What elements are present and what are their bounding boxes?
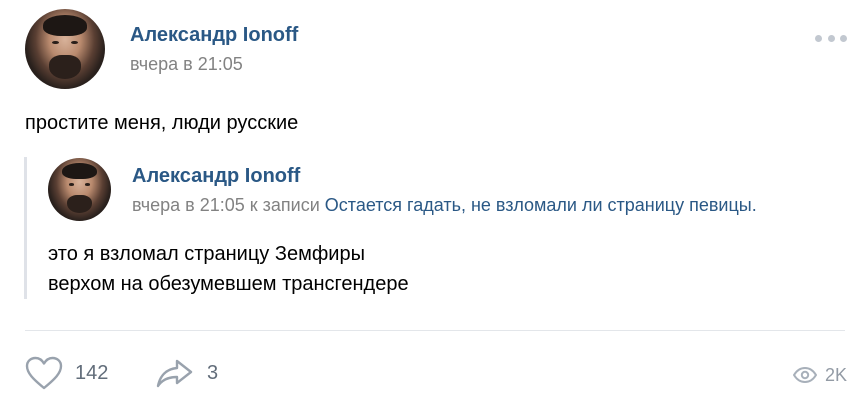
repost-source-link[interactable]: Остается гадать, не взломали ли страницу… <box>325 195 757 215</box>
post-time[interactable]: вчера в 21:05 <box>130 54 243 75</box>
like-count: 142 <box>75 361 109 384</box>
share-arrow-icon <box>156 359 193 388</box>
repost-to-post-prefix: к записи <box>244 195 325 215</box>
repost-meta: вчера в 21:05 к записи Остается гадать, … <box>132 195 757 216</box>
repost-text-line-2: верхом на обезумевшем трансгендере <box>48 273 409 295</box>
share-button[interactable]: 3 <box>155 353 218 393</box>
like-button[interactable]: 142 <box>25 353 108 393</box>
repost-author-name[interactable]: Александр Ionoff <box>132 165 300 188</box>
post-divider <box>25 330 845 331</box>
heart-icon <box>25 356 63 390</box>
views-counter: 2K <box>792 355 847 395</box>
author-avatar[interactable] <box>25 9 105 89</box>
post-text: простите меня, люди русские <box>25 112 299 134</box>
more-dots-icon[interactable] <box>815 33 847 43</box>
repost-border <box>24 157 27 299</box>
author-name[interactable]: Александр Ionoff <box>130 24 298 47</box>
repost-time[interactable]: вчера в 21:05 <box>132 195 245 215</box>
views-count: 2K <box>824 364 847 385</box>
share-count: 3 <box>207 361 219 384</box>
repost-author-avatar[interactable] <box>48 158 111 221</box>
repost-text-line-1: это я взломал страницу Земфиры <box>48 243 365 265</box>
wall-post: Александр Ionoff вчера в 21:05 простите … <box>0 0 865 405</box>
eye-icon <box>792 367 817 383</box>
